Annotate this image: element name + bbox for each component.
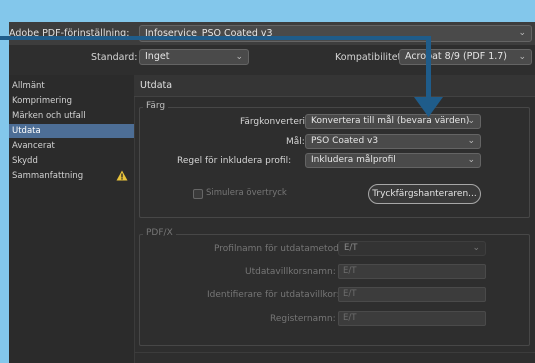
annotation-arrow-horizontal xyxy=(0,36,430,40)
annotation-arrow-vertical xyxy=(426,36,431,97)
annotation-arrow-head xyxy=(414,97,443,117)
annotation-arrow xyxy=(0,36,443,117)
